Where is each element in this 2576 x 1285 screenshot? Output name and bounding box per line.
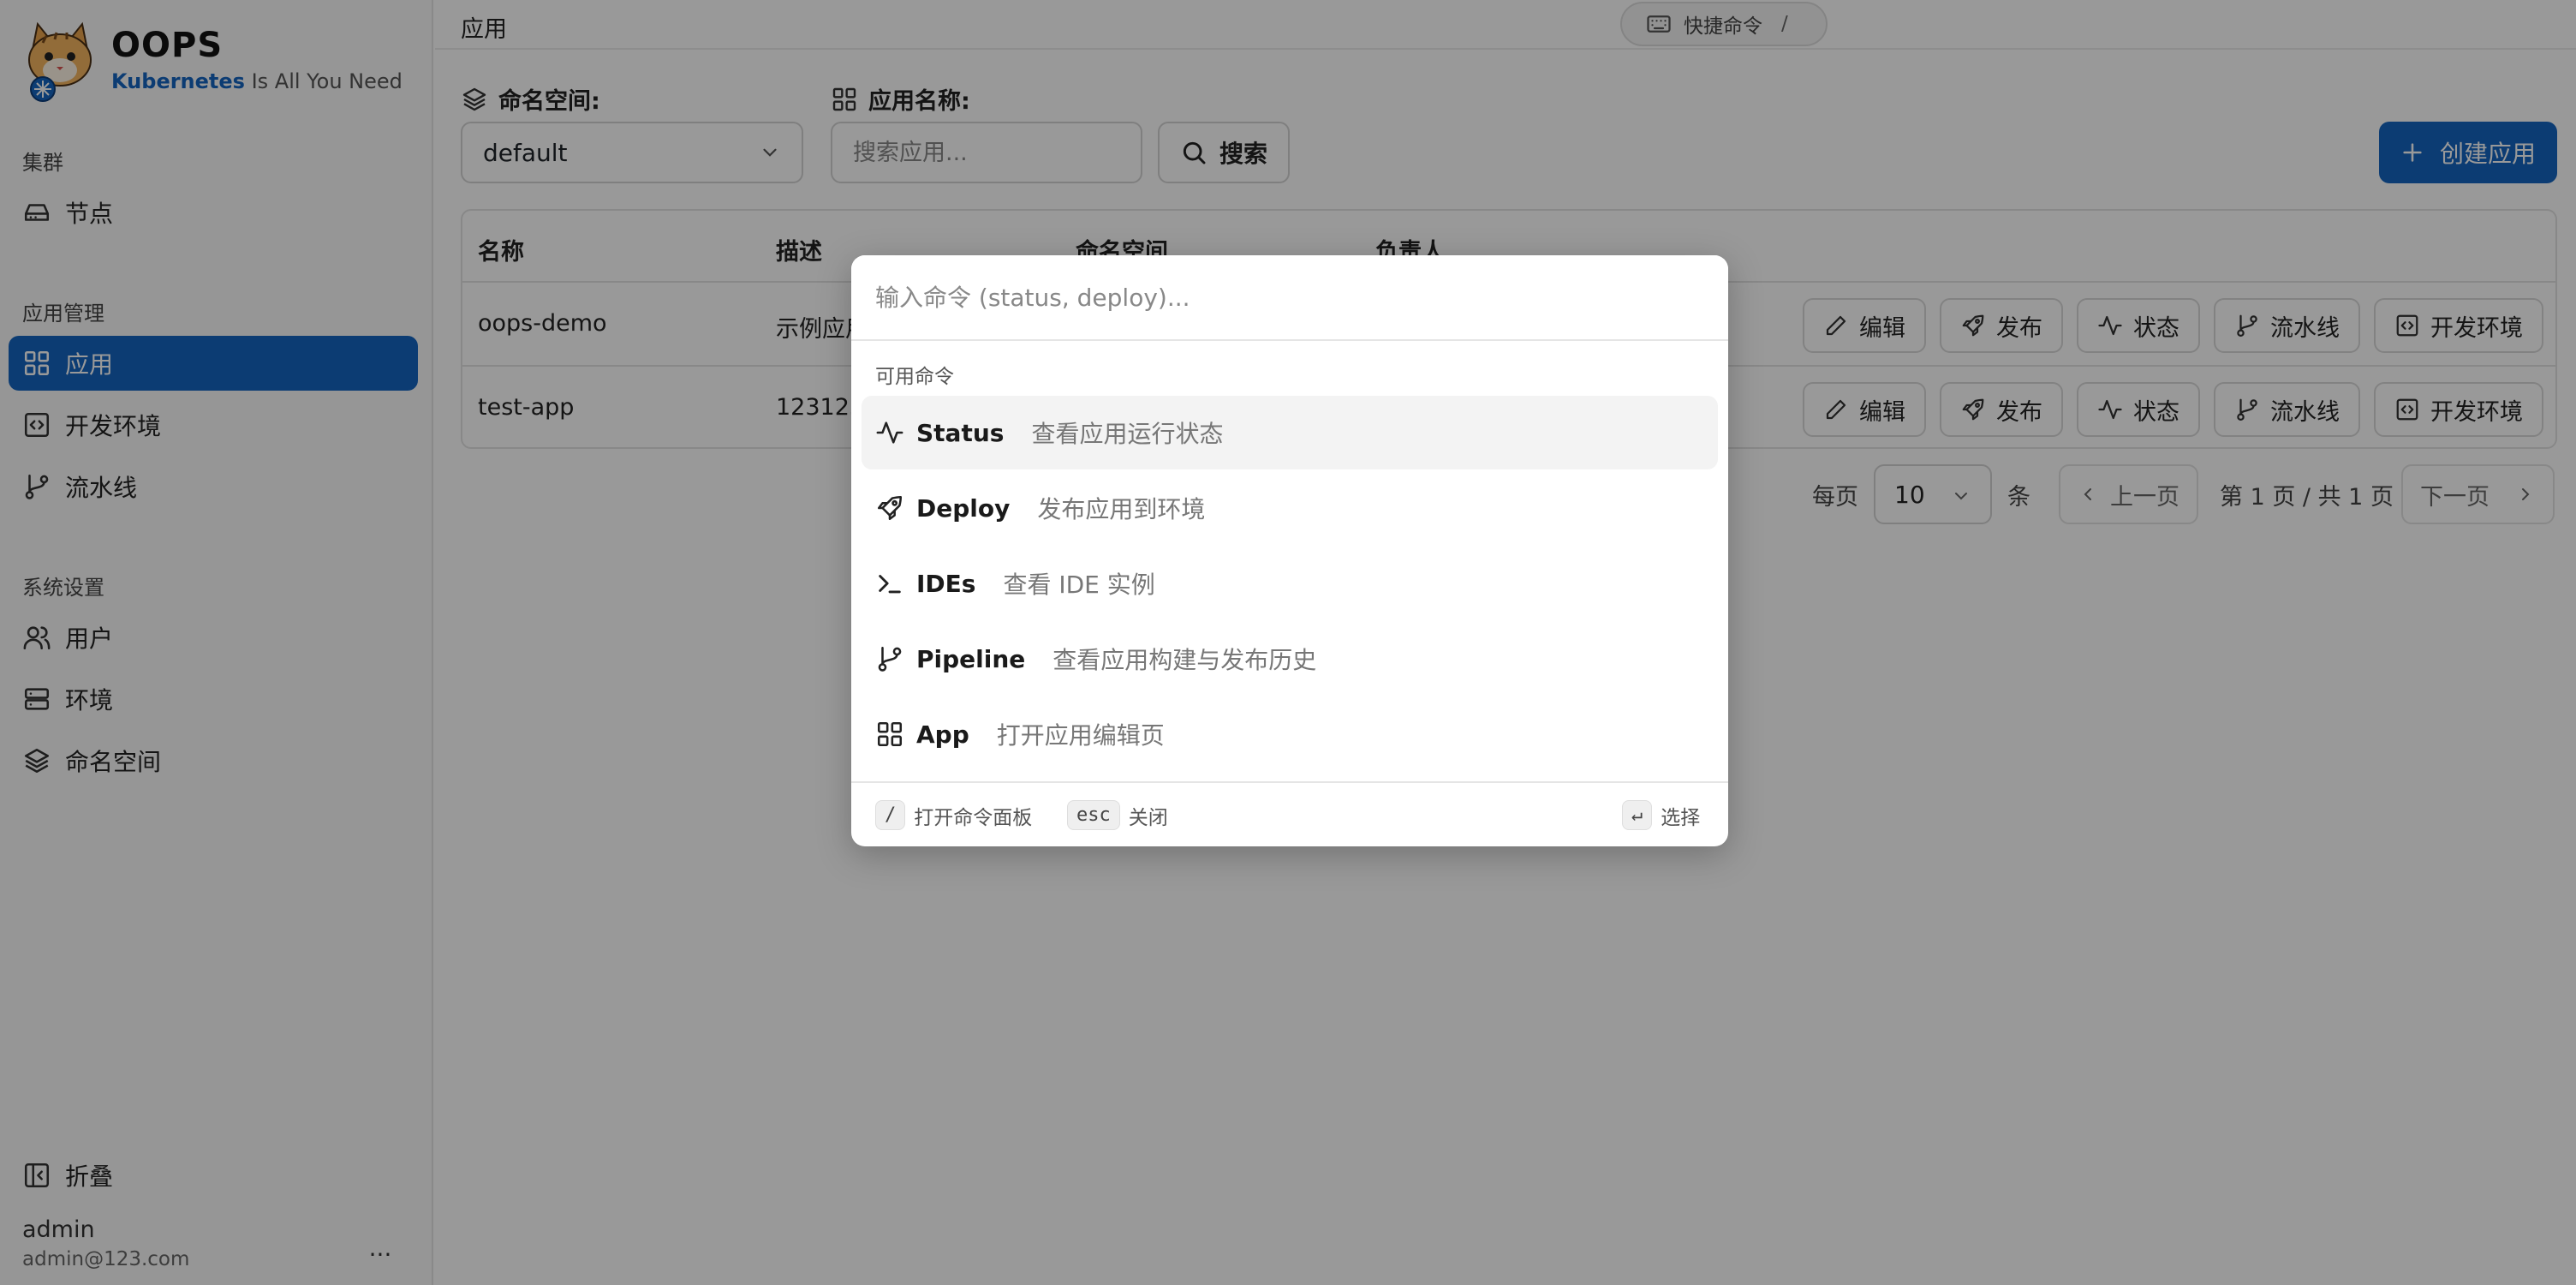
command-description: 发布应用到环境	[1037, 495, 1206, 523]
command-app[interactable]: App 打开应用编辑页	[862, 697, 1718, 771]
command-group-title: 可用命令	[875, 366, 954, 388]
open-key: /	[875, 800, 906, 830]
rocket-icon	[875, 493, 904, 523]
close-hint-label: 关闭	[1128, 806, 1168, 829]
terminal-icon	[875, 569, 904, 598]
command-status[interactable]: Status 查看应用运行状态	[862, 396, 1718, 469]
enter-key: ↵	[1622, 800, 1653, 830]
command-ides[interactable]: IDEs 查看 IDE 实例	[862, 547, 1718, 620]
command-input[interactable]	[851, 255, 1728, 341]
hint-select: ↵ 选择	[1622, 800, 1700, 830]
hint-close: esc 关闭	[1067, 800, 1168, 830]
command-description: 查看应用运行状态	[1031, 420, 1224, 448]
apps-grid-icon	[875, 720, 904, 749]
git-branch-icon	[875, 644, 904, 673]
command-name: App	[916, 720, 969, 749]
command-pipeline[interactable]: Pipeline 查看应用构建与发布历史	[862, 622, 1718, 696]
command-description: 查看应用构建与发布历史	[1052, 646, 1317, 674]
select-hint-label: 选择	[1661, 806, 1701, 829]
command-name: Deploy	[916, 493, 1011, 523]
activity-icon	[875, 418, 904, 447]
command-description: 打开应用编辑页	[996, 721, 1165, 750]
open-hint-label: 打开命令面板	[914, 806, 1033, 829]
close-key: esc	[1067, 800, 1120, 830]
hint-open-palette: / 打开命令面板	[875, 800, 1032, 830]
command-palette-footer: / 打开命令面板 esc 关闭 ↵ 选择	[851, 781, 1728, 846]
command-description: 查看 IDE 实例	[1003, 571, 1155, 599]
command-deploy[interactable]: Deploy 发布应用到环境	[862, 471, 1718, 545]
command-name: IDEs	[916, 569, 976, 598]
command-name: Pipeline	[916, 644, 1026, 673]
command-name: Status	[916, 418, 1005, 447]
command-palette: 可用命令 Status 查看应用运行状态 Deploy 发布应用到环境 IDEs…	[851, 255, 1728, 846]
